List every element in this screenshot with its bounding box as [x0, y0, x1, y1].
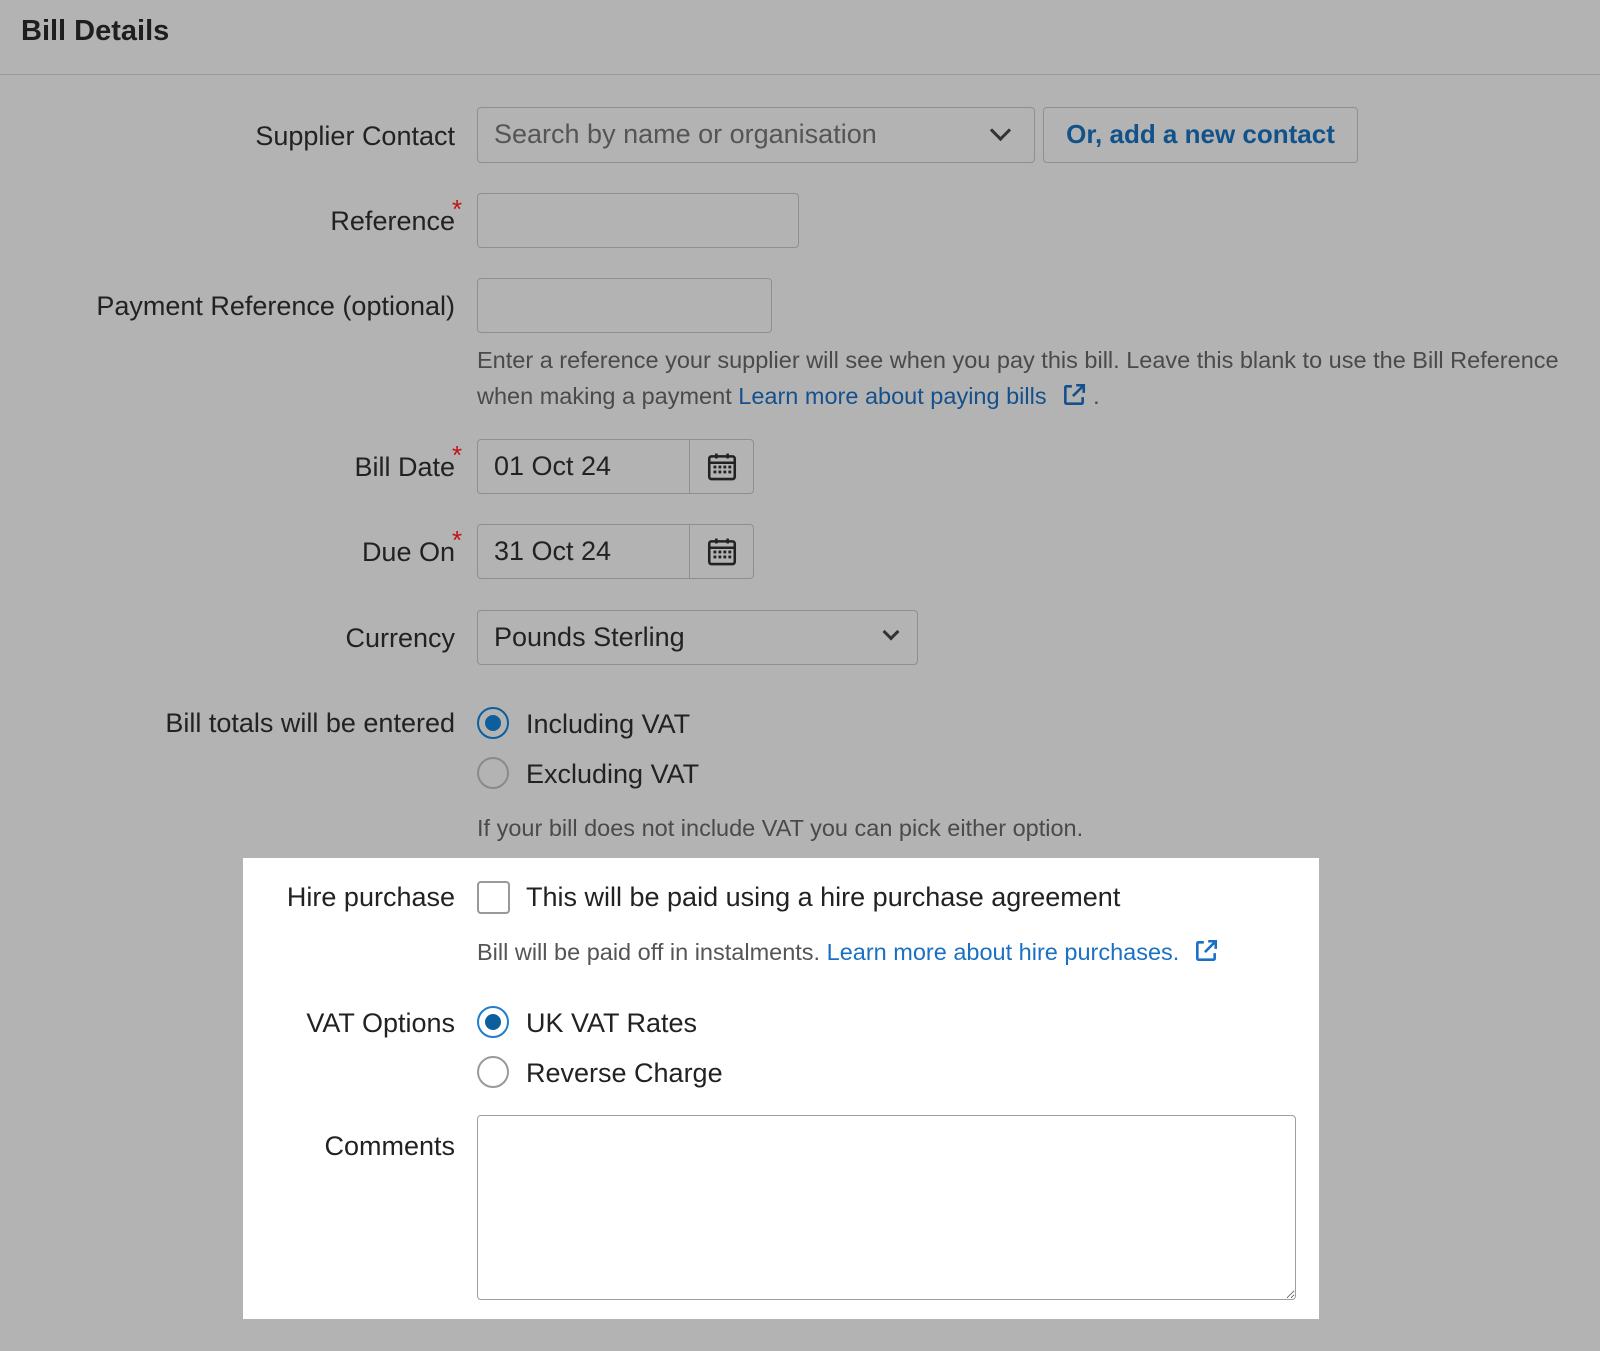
currency-label: Currency [345, 623, 455, 653]
reverse-charge-label[interactable]: Reverse Charge [526, 1058, 723, 1089]
comments-label: Comments [324, 1131, 455, 1161]
excluding-vat-label[interactable]: Excluding VAT [526, 759, 699, 790]
supplier-contact-placeholder: Search by name or organisation [494, 119, 877, 149]
bill-date-label: Bill Date [354, 452, 455, 482]
vat-options-label: VAT Options [306, 1008, 455, 1038]
paying-bills-link[interactable]: Learn more about paying bills [738, 383, 1046, 409]
external-link-icon[interactable] [1061, 382, 1087, 418]
uk-vat-rates-radio[interactable] [477, 1006, 509, 1038]
required-asterisk: * [452, 440, 463, 470]
reference-label: Reference [330, 206, 455, 236]
calendar-icon [707, 538, 736, 565]
required-asterisk: * [452, 525, 463, 555]
due-on-value: 31 Oct 24 [494, 536, 612, 566]
excluding-vat-radio[interactable] [477, 757, 509, 789]
add-new-contact-button[interactable]: Or, add a new contact [1043, 107, 1358, 163]
hire-purchases-link[interactable]: Learn more about hire purchases. [827, 939, 1180, 965]
reverse-charge-radio[interactable] [477, 1056, 509, 1088]
currency-value: Pounds Sterling [494, 622, 685, 652]
chevron-down-icon [989, 119, 1012, 142]
hire-purchase-checkbox[interactable] [477, 881, 510, 914]
supplier-contact-select[interactable]: Search by name or organisation [477, 107, 1035, 163]
due-on-label: Due On [361, 537, 455, 567]
including-vat-radio[interactable] [477, 707, 509, 739]
comments-textarea[interactable] [477, 1115, 1296, 1300]
supplier-contact-label: Supplier Contact [255, 121, 455, 151]
due-on-calendar-button[interactable] [689, 525, 753, 578]
hire-purchase-checkbox-label[interactable]: This will be paid using a hire purchase … [526, 882, 1120, 913]
hire-purchase-label: Hire purchase [286, 882, 455, 912]
calendar-icon [707, 453, 736, 480]
payment-reference-help: Enter a reference your supplier will see… [477, 342, 1587, 418]
payment-reference-input[interactable] [477, 278, 772, 333]
bill-date-calendar-button[interactable] [689, 440, 753, 493]
external-link-icon[interactable] [1193, 938, 1219, 974]
currency-select[interactable]: Pounds Sterling [477, 610, 918, 665]
page-header: Bill Details [0, 0, 1600, 75]
hire-purchase-help: Bill will be paid off in instalments. Le… [477, 934, 1219, 974]
payment-reference-label: Payment Reference (optional) [96, 291, 455, 321]
required-asterisk: * [452, 194, 463, 224]
reference-input[interactable] [477, 193, 799, 248]
page-title: Bill Details [21, 15, 170, 47]
due-on-field[interactable]: 31 Oct 24 [477, 524, 754, 579]
chevron-down-icon [882, 623, 900, 641]
bill-date-field[interactable]: 01 Oct 24 [477, 439, 754, 494]
uk-vat-rates-label[interactable]: UK VAT Rates [526, 1008, 697, 1039]
payment-reference-help-suffix: . [1093, 383, 1100, 409]
bill-totals-help: If your bill does not include VAT you ca… [477, 815, 1084, 841]
hire-purchase-help-text: Bill will be paid off in instalments. [477, 939, 821, 965]
bill-totals-label: Bill totals will be entered [165, 708, 455, 738]
bill-date-value: 01 Oct 24 [494, 451, 612, 481]
including-vat-label[interactable]: Including VAT [526, 709, 690, 740]
